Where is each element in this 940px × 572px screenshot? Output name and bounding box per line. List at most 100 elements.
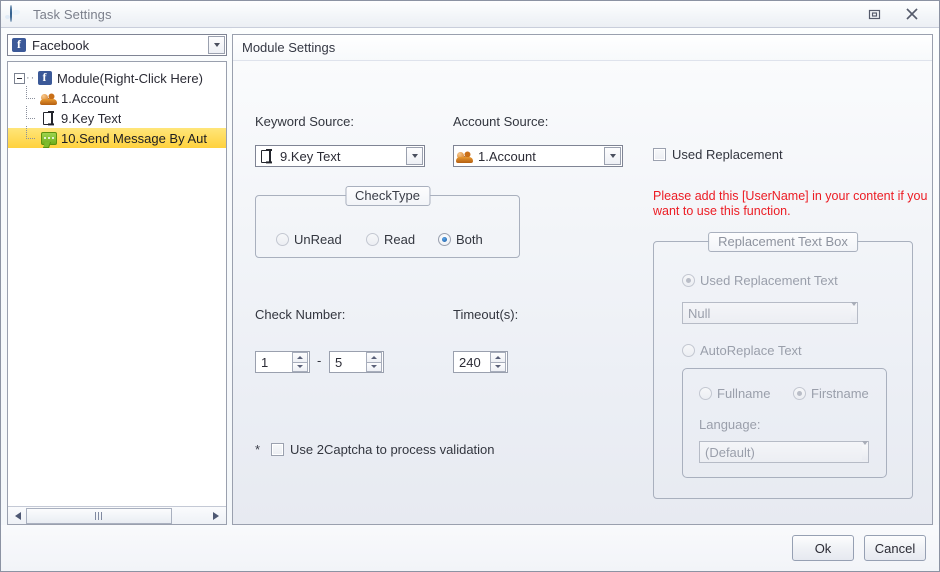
checkbox-icon[interactable] bbox=[271, 443, 284, 456]
spinner-down-icon[interactable] bbox=[490, 362, 506, 372]
radio-icon[interactable] bbox=[682, 274, 695, 287]
scrollbar-thumb[interactable] bbox=[26, 507, 172, 524]
spinner-buttons[interactable] bbox=[292, 352, 308, 372]
check-type-group: CheckType UnRead Read Both bbox=[255, 186, 520, 258]
platform-combo[interactable]: f Facebook bbox=[7, 34, 227, 56]
chevron-down-icon[interactable] bbox=[406, 147, 423, 165]
chevron-down-icon[interactable] bbox=[604, 147, 621, 165]
radio-icon[interactable] bbox=[793, 387, 806, 400]
spinner-up-icon[interactable] bbox=[490, 352, 506, 363]
main-area: Module Settings Keyword Source: 9.Key Te… bbox=[232, 28, 939, 525]
ok-button[interactable]: Ok bbox=[792, 535, 854, 561]
people-icon bbox=[456, 148, 473, 164]
language-label: Language: bbox=[699, 417, 761, 432]
keytext-icon bbox=[40, 110, 57, 126]
radio-both-label: Both bbox=[456, 232, 483, 247]
replacement-text-combo[interactable]: Null bbox=[682, 301, 858, 324]
checkbox-icon[interactable] bbox=[653, 148, 666, 161]
cancel-button[interactable]: Cancel bbox=[864, 535, 926, 561]
keyword-source-combo[interactable]: 9.Key Text bbox=[255, 145, 425, 167]
tree-connector: ·· bbox=[26, 72, 36, 84]
tree-item-label: 10.Send Message By Aut bbox=[61, 130, 207, 146]
tree-connector bbox=[22, 86, 40, 108]
check-number-min-value[interactable]: 1 bbox=[256, 355, 292, 370]
keyword-source-value: 9.Key Text bbox=[280, 148, 341, 164]
check-number-label: Check Number: bbox=[255, 307, 346, 322]
radio-unread-label: UnRead bbox=[294, 232, 342, 247]
spinner-buttons[interactable] bbox=[366, 352, 382, 372]
captcha-marker: * bbox=[255, 442, 261, 457]
chevron-down-icon[interactable] bbox=[208, 36, 225, 54]
close-icon[interactable] bbox=[903, 5, 921, 23]
tree-item-account[interactable]: 1.Account bbox=[8, 86, 226, 108]
check-number-min-spinner[interactable]: 1 bbox=[255, 351, 310, 373]
facebook-icon: f bbox=[36, 70, 53, 86]
used-replacement-checkbox[interactable]: Used Replacement bbox=[653, 147, 783, 162]
radio-fullname[interactable]: Fullname bbox=[699, 386, 770, 401]
timeout-spinner[interactable]: 240 bbox=[453, 351, 508, 373]
tree-item-label: Module(Right-Click Here) bbox=[57, 70, 203, 86]
panel-header: Module Settings bbox=[233, 35, 932, 61]
radio-fullname-label: Fullname bbox=[717, 386, 771, 401]
radio-firstname-label: Firstname bbox=[811, 386, 869, 401]
window-title: Task Settings bbox=[33, 6, 112, 22]
spinner-down-icon[interactable] bbox=[292, 362, 308, 372]
spinner-up-icon[interactable] bbox=[292, 352, 308, 363]
replacement-warning-text: Please add this [UserName] in your conte… bbox=[653, 189, 928, 218]
account-source-label: Account Source: bbox=[453, 114, 549, 129]
task-settings-window: Task Settings f Facebook ·· f Module(Rig… bbox=[0, 0, 940, 572]
radio-icon[interactable] bbox=[682, 344, 695, 357]
tree-connector bbox=[22, 126, 40, 148]
triangle-left-icon[interactable] bbox=[10, 508, 26, 524]
radio-icon[interactable] bbox=[699, 387, 712, 400]
check-number-max-value[interactable]: 5 bbox=[330, 355, 366, 370]
facebook-icon: f bbox=[11, 37, 27, 53]
globe-icon bbox=[10, 5, 26, 22]
keyword-source-label: Keyword Source: bbox=[255, 114, 354, 129]
account-source-value: 1.Account bbox=[478, 148, 536, 164]
account-source-combo[interactable]: 1.Account bbox=[453, 145, 623, 167]
radio-icon[interactable] bbox=[276, 233, 289, 246]
restore-icon[interactable] bbox=[865, 5, 883, 23]
used-replacement-label: Used Replacement bbox=[672, 147, 783, 162]
replacement-text-combo-value: Null bbox=[688, 305, 711, 321]
tree-item-key-text[interactable]: 9.Key Text bbox=[8, 106, 226, 128]
scrollbar-track[interactable] bbox=[26, 507, 208, 524]
tree-item-label: 1.Account bbox=[61, 90, 119, 106]
chevron-down-icon[interactable] bbox=[851, 301, 857, 321]
timeout-label: Timeout(s): bbox=[453, 307, 519, 322]
panel-body: Keyword Source: 9.Key Text Account Sourc… bbox=[233, 61, 932, 524]
tree-connector bbox=[22, 106, 40, 128]
triangle-right-icon[interactable] bbox=[208, 508, 224, 524]
radio-both[interactable]: Both bbox=[438, 232, 483, 247]
check-number-separator: - bbox=[317, 353, 322, 368]
radio-used-replacement-text[interactable]: Used Replacement Text bbox=[682, 273, 838, 288]
replacement-text-box-group: Replacement Text Box Used Replacement Te… bbox=[653, 232, 913, 499]
radio-read[interactable]: Read bbox=[366, 232, 415, 247]
module-tree[interactable]: ·· f Module(Right-Click Here) 1.Account bbox=[7, 61, 227, 525]
collapse-icon[interactable] bbox=[14, 72, 25, 84]
radio-icon[interactable] bbox=[366, 233, 379, 246]
message-icon bbox=[40, 130, 57, 146]
radio-firstname[interactable]: Firstname bbox=[793, 386, 869, 401]
language-combo[interactable]: (Default) bbox=[699, 440, 869, 463]
radio-auto-replace-text-label: AutoReplace Text bbox=[700, 343, 802, 358]
spinner-up-icon[interactable] bbox=[366, 352, 382, 363]
tree-item-send-message[interactable]: 10.Send Message By Aut bbox=[8, 126, 226, 148]
grip-icon bbox=[95, 511, 103, 520]
radio-icon[interactable] bbox=[438, 233, 451, 246]
radio-auto-replace-text[interactable]: AutoReplace Text bbox=[682, 343, 802, 358]
spinner-buttons[interactable] bbox=[490, 352, 506, 372]
tree-horizontal-scrollbar[interactable] bbox=[8, 506, 226, 524]
radio-unread[interactable]: UnRead bbox=[276, 232, 342, 247]
dialog-footer: Ok Cancel bbox=[1, 525, 939, 571]
check-number-max-spinner[interactable]: 5 bbox=[329, 351, 384, 373]
chevron-down-icon[interactable] bbox=[862, 440, 868, 460]
timeout-value[interactable]: 240 bbox=[454, 355, 490, 370]
name-options-group: Fullname Firstname Language: (Default) bbox=[682, 368, 887, 478]
replacement-text-box-title: Replacement Text Box bbox=[708, 232, 858, 252]
captcha-checkbox[interactable]: Use 2Captcha to process validation bbox=[271, 442, 495, 457]
captcha-label: Use 2Captcha to process validation bbox=[290, 442, 495, 457]
spinner-down-icon[interactable] bbox=[366, 362, 382, 372]
tree-item-module[interactable]: ·· f Module(Right-Click Here) bbox=[8, 68, 226, 88]
